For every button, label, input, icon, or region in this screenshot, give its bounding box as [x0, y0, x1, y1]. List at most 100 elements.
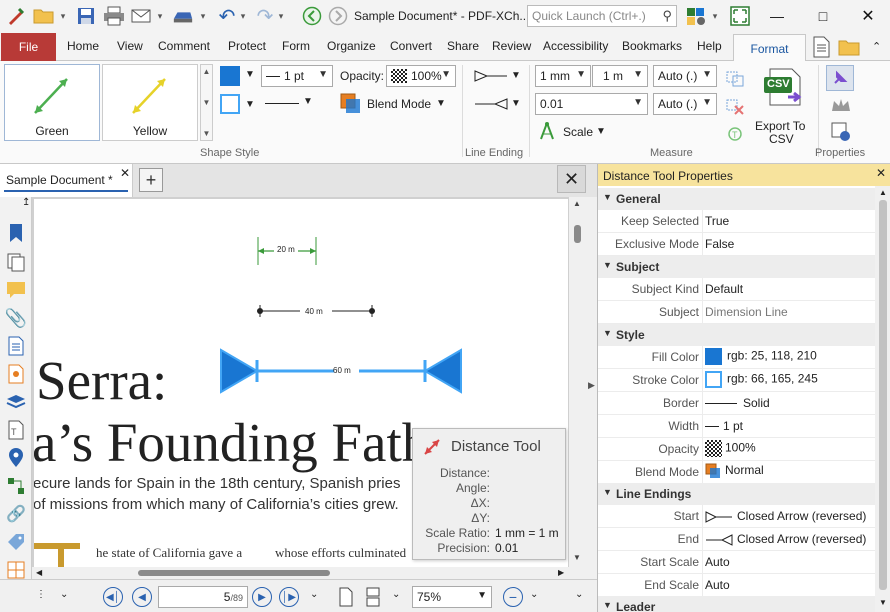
- next-page-button[interactable]: ▶: [252, 587, 272, 607]
- property-row-start-scale[interactable]: Start Scale Auto: [598, 551, 875, 574]
- splitter-handle-icon[interactable]: ▶: [588, 380, 595, 391]
- chevron-down-icon[interactable]: ⌄: [310, 589, 318, 600]
- structure-icon[interactable]: T: [6, 420, 26, 440]
- back-icon[interactable]: [301, 5, 323, 27]
- tag-icon[interactable]: [6, 532, 26, 552]
- property-row-exclusive-mode[interactable]: Exclusive Mode False: [598, 233, 875, 256]
- open-folder-icon[interactable]: [33, 5, 55, 27]
- close-tab-icon[interactable]: ✕: [120, 166, 130, 180]
- pin-button[interactable]: [826, 65, 854, 91]
- tab-form[interactable]: Form: [282, 39, 310, 53]
- stroke-color-swatch[interactable]: [220, 94, 240, 114]
- chevron-down-icon[interactable]: ▾: [155, 11, 165, 22]
- property-row-end-scale[interactable]: End Scale Auto: [598, 574, 875, 597]
- property-category-line-endings[interactable]: ▼ Line Endings: [598, 483, 875, 505]
- folder-icon[interactable]: [838, 36, 860, 58]
- chevron-down-icon[interactable]: ▾: [198, 11, 208, 22]
- property-row-fill-color[interactable]: Fill Color rgb: 25, 118, 210: [598, 346, 875, 369]
- page-number-input[interactable]: 5/89: [158, 586, 248, 608]
- attachments-icon[interactable]: 📎: [5, 308, 27, 328]
- chevron-down-icon[interactable]: ⌄: [60, 589, 68, 600]
- tab-convert[interactable]: Convert: [390, 39, 432, 53]
- auto-dropdown-2[interactable]: Auto (.) ▼: [653, 93, 717, 115]
- scroll-down-icon[interactable]: ▼: [573, 553, 581, 562]
- minimize-button[interactable]: —: [757, 4, 797, 28]
- chevron-down-icon[interactable]: ▾: [710, 11, 720, 22]
- line-end-dropdown[interactable]: ▼: [473, 95, 523, 115]
- collapse-ribbon-icon[interactable]: ⌃: [872, 40, 881, 53]
- opacity-dropdown[interactable]: 100% ▼: [386, 65, 456, 87]
- scroll-thumb[interactable]: [879, 200, 887, 590]
- continuous-page-icon[interactable]: [362, 586, 384, 608]
- tags-icon[interactable]: [6, 364, 26, 384]
- layers-icon[interactable]: [6, 392, 26, 412]
- scroll-up-icon[interactable]: ▲: [573, 199, 581, 208]
- chevron-down-icon[interactable]: ▾: [276, 11, 286, 22]
- tab-view[interactable]: View: [117, 39, 143, 53]
- property-category-general[interactable]: ▼ General: [598, 188, 875, 210]
- border-style-dropdown[interactable]: ▼: [261, 93, 333, 115]
- tab-accessibility[interactable]: Accessibility: [543, 39, 608, 53]
- first-page-button[interactable]: ◀│: [103, 587, 123, 607]
- maximize-button[interactable]: □: [803, 4, 843, 28]
- style-green[interactable]: Green: [4, 64, 100, 141]
- measure-add-icon[interactable]: [724, 67, 746, 89]
- status-menu-icon[interactable]: ⋮: [36, 589, 46, 600]
- measure-remove-icon[interactable]: [724, 95, 746, 117]
- scroll-left-icon[interactable]: ◀: [36, 568, 42, 577]
- chevron-down-icon[interactable]: ▼: [245, 99, 255, 110]
- fields-icon[interactable]: [6, 560, 26, 580]
- property-row-keep-selected[interactable]: Keep Selected True: [598, 210, 875, 233]
- fill-color-swatch[interactable]: [220, 66, 240, 86]
- property-row-end[interactable]: End Closed Arrow (reversed): [598, 528, 875, 551]
- fullscreen-icon[interactable]: [729, 5, 751, 27]
- scroll-right-icon[interactable]: ▶: [558, 568, 564, 577]
- style-yellow[interactable]: Yellow: [102, 64, 198, 141]
- close-document-button[interactable]: ✕: [557, 165, 586, 193]
- scale-to-dropdown[interactable]: 1 m ▼: [592, 65, 648, 87]
- undo-icon[interactable]: ↶: [216, 5, 238, 28]
- comments-icon[interactable]: [6, 280, 26, 300]
- property-row-width[interactable]: Width 1 pt: [598, 415, 875, 438]
- scroll-thumb[interactable]: [138, 570, 330, 576]
- scroll-down-icon[interactable]: ▼: [879, 598, 887, 607]
- document-horizontal-scrollbar[interactable]: ◀ ▶: [32, 567, 587, 579]
- property-category-leader[interactable]: ▼ Leader: [598, 596, 875, 612]
- tab-home[interactable]: Home: [67, 39, 99, 53]
- status-options-icon[interactable]: ⌄: [575, 589, 583, 600]
- document-vertical-scrollbar[interactable]: ▲ ▼: [569, 197, 587, 567]
- auto-dropdown-1[interactable]: Auto (.) ▼: [653, 65, 717, 87]
- scanner-icon[interactable]: [172, 5, 194, 27]
- zoom-out-button[interactable]: −: [503, 587, 523, 607]
- tab-review[interactable]: Review: [492, 39, 531, 53]
- pages-icon[interactable]: [6, 252, 26, 272]
- gallery-scroll[interactable]: ▲ ▼ ▼: [200, 64, 213, 141]
- redo-icon[interactable]: ↷: [254, 5, 276, 28]
- property-row-subject-kind[interactable]: Subject Kind Default: [598, 278, 875, 301]
- line-start-dropdown[interactable]: ▼: [473, 67, 523, 87]
- chevron-down-icon[interactable]: ▾: [58, 11, 68, 22]
- chevron-down-icon[interactable]: ▼: [245, 69, 255, 80]
- single-page-icon[interactable]: [335, 586, 357, 608]
- forward-icon[interactable]: [327, 5, 349, 27]
- document-properties-icon[interactable]: [811, 36, 833, 58]
- crown-icon[interactable]: [830, 95, 852, 117]
- properties-scrollbar[interactable]: ▲ ▼: [875, 186, 890, 612]
- settings-icon[interactable]: [686, 5, 708, 27]
- tab-file[interactable]: File: [1, 33, 56, 61]
- property-category-subject[interactable]: ▼ Subject: [598, 256, 875, 278]
- chevron-down-icon[interactable]: ⌄: [392, 589, 400, 600]
- tab-bookmarks[interactable]: Bookmarks: [622, 39, 682, 53]
- scroll-up-icon[interactable]: ▲: [879, 188, 887, 197]
- tab-share[interactable]: Share: [447, 39, 479, 53]
- precision-dropdown[interactable]: 0.01 ▼: [535, 93, 648, 115]
- property-row-subject[interactable]: Subject Dimension Line: [598, 301, 875, 324]
- property-category-style[interactable]: ▼ Style: [598, 324, 875, 346]
- scale-from-dropdown[interactable]: 1 mm ▼: [535, 65, 591, 87]
- property-row-blend-mode[interactable]: Blend Mode Normal: [598, 461, 875, 484]
- property-row-stroke-color[interactable]: Stroke Color rgb: 66, 165, 245: [598, 369, 875, 392]
- chevron-down-icon[interactable]: ⌄: [530, 589, 538, 600]
- tab-format[interactable]: Format: [733, 34, 806, 62]
- new-tab-button[interactable]: +: [139, 168, 163, 192]
- quick-launch-input[interactable]: Quick Launch (Ctrl+.) ⚲: [527, 5, 677, 27]
